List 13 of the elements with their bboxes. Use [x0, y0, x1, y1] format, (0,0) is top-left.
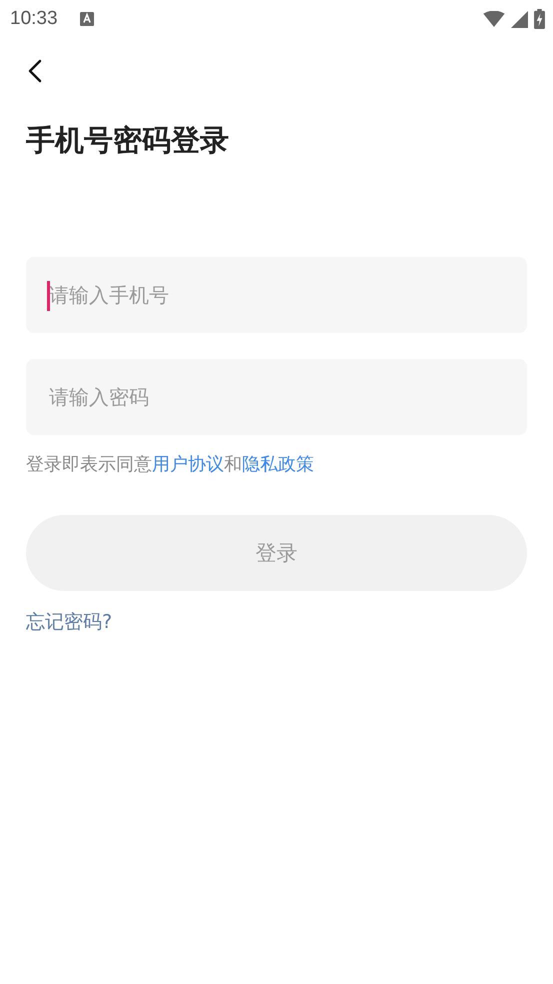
- agreement-link[interactable]: 隐私政策: [242, 454, 314, 475]
- agreement-text: 登录即表示同意用户协议和隐私政策: [26, 453, 315, 477]
- keyboard-icon: [80, 12, 94, 26]
- input-field[interactable]: 请输入密码: [26, 359, 527, 435]
- signal-icon: [511, 10, 528, 28]
- wifi-icon: [483, 11, 505, 27]
- forgot-password-link[interactable]: 忘记密码?: [26, 609, 112, 635]
- back-icon[interactable]: [28, 59, 42, 83]
- page-title: 手机号密码登录: [26, 122, 230, 159]
- status-time: 10:33: [10, 8, 58, 30]
- agreement-link[interactable]: 用户协议: [152, 454, 224, 475]
- battery-icon: [534, 9, 545, 29]
- input-field[interactable]: 请输入手机号: [26, 257, 527, 333]
